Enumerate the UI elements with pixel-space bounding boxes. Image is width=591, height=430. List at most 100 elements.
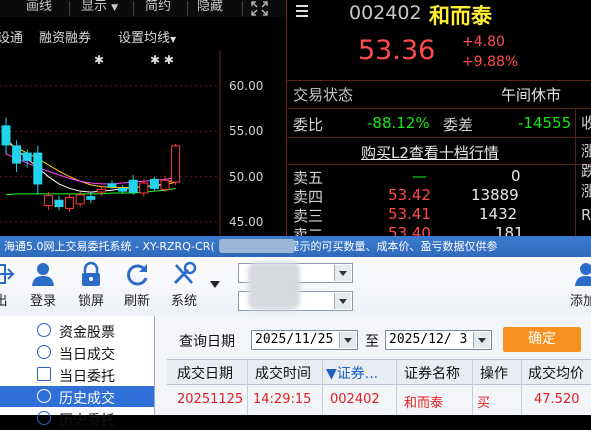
cell-deal-time: 14:29:15 xyxy=(253,392,312,407)
col-divider xyxy=(472,360,473,415)
tab-tong[interactable]: 设通 xyxy=(0,27,23,46)
lock-button[interactable]: 锁屏 xyxy=(70,257,112,316)
tab-margin-trading[interactable]: 融资融券 xyxy=(39,27,91,46)
col-divider xyxy=(521,360,522,415)
tab-ma-settings[interactable]: 设置均线▼ xyxy=(118,27,176,46)
draw-line-button[interactable]: 画线 xyxy=(26,0,52,17)
dropdown-arrow-icon xyxy=(473,332,490,348)
candle-body xyxy=(160,179,170,190)
menu-icon[interactable] xyxy=(296,5,308,19)
ask-label: 卖三 xyxy=(293,207,324,225)
date-from-input[interactable]: 2025/11/25 xyxy=(251,330,358,350)
refresh-button[interactable]: 刷新 xyxy=(116,257,158,316)
column-header-sorted[interactable]: ▼证券... xyxy=(326,363,378,383)
caret-down-icon: ▼ xyxy=(170,35,177,44)
caret-down-icon: ▼ xyxy=(111,3,119,13)
column-header[interactable]: 成交日期 xyxy=(177,363,233,383)
side-char: 收 xyxy=(581,114,591,132)
candle-body xyxy=(86,196,96,200)
dropdown-arrow-icon xyxy=(334,265,351,281)
column-header[interactable]: 证券名称 xyxy=(404,363,460,383)
candle-body xyxy=(96,188,106,193)
side-char: R xyxy=(581,206,591,224)
display-button[interactable]: 显示 ▼ xyxy=(81,0,118,17)
refresh-icon xyxy=(123,261,151,287)
sidebar-item-history-deals[interactable]: 历史成交 xyxy=(0,386,154,407)
sidebar-item-funds[interactable]: 资金股票 xyxy=(0,320,154,341)
side-char: 涨 xyxy=(581,142,591,160)
history-icon xyxy=(37,411,51,425)
ask-price: 53.42 xyxy=(388,186,431,204)
chart-toolbar: 画线 显示 ▼ 简约 隐藏 xyxy=(0,0,286,17)
system-button[interactable]: 系统 xyxy=(163,257,205,316)
simple-button[interactable]: 简约 xyxy=(145,0,171,17)
weicha-label: 委差 xyxy=(443,116,474,134)
cell-stock-name: 和而泰 xyxy=(404,396,444,411)
date-from-value: 2025/11/25 xyxy=(255,332,334,347)
list-icon xyxy=(37,323,51,337)
divider xyxy=(187,1,188,16)
col-divider xyxy=(247,360,248,415)
candle-body xyxy=(1,125,11,146)
divider xyxy=(133,1,134,16)
user-icon xyxy=(29,261,57,287)
candle xyxy=(86,192,96,203)
fullscreen-icon[interactable] xyxy=(251,1,268,16)
sidebar-item-label: 历史委托 xyxy=(59,413,115,429)
exit-label: 出 xyxy=(0,294,8,309)
window-titlebar[interactable]: 海通5.0网上交易委托系统 - XY-RZRQ-CR( ) - 本委托系统提示的… xyxy=(0,236,591,257)
cell-stock-code: 002402 xyxy=(330,392,380,407)
quote-panel: 002402 和而泰 53.36 +4.80 +9.88% 交易状态 午间休市 … xyxy=(286,0,591,244)
blurred-account-info xyxy=(248,262,300,310)
col-divider xyxy=(322,360,323,415)
sidebar-item-today-orders[interactable]: 当日委托 xyxy=(0,364,154,385)
login-button[interactable]: 登录 xyxy=(22,257,64,316)
exit-button[interactable]: 出 xyxy=(0,257,16,316)
date-to-input[interactable]: 2025/12/ 3 xyxy=(385,330,492,350)
l2-quote-link[interactable]: 购买L2查看十档行情 xyxy=(361,142,499,163)
candle-body xyxy=(107,183,117,188)
ask-volume: 0 xyxy=(511,167,521,185)
ask-volume: 1432 xyxy=(479,205,518,223)
add-button[interactable]: 添加 xyxy=(566,257,591,316)
sidebar-item-label: 资金股票 xyxy=(59,325,115,341)
column-header[interactable]: 操作 xyxy=(480,363,508,383)
sidebar: 资金股票 当日成交 当日委托 历史成交 历史委托 xyxy=(0,316,155,429)
query-date-label: 查询日期 xyxy=(179,334,235,350)
candle-body xyxy=(22,152,32,161)
sidebar-item-today-deals[interactable]: 当日成交 xyxy=(0,342,154,363)
ask-volume: 13889 xyxy=(471,186,519,204)
cell-avg-price: 47.520 xyxy=(534,392,580,407)
lock-icon xyxy=(77,261,105,287)
hide-button[interactable]: 隐藏 xyxy=(197,0,223,17)
trade-status-value: 午间休市 xyxy=(501,86,562,104)
stock-name: 和而泰 xyxy=(429,4,492,28)
login-label: 登录 xyxy=(29,294,56,309)
ask-price: 53.41 xyxy=(388,205,431,223)
sidebar-item-label: 当日委托 xyxy=(59,369,115,385)
candle-body xyxy=(171,145,181,183)
cell-action: 买 xyxy=(477,396,491,411)
yen-icon xyxy=(37,389,51,403)
candle xyxy=(33,145,43,195)
trade-status-label: 交易状态 xyxy=(293,86,354,104)
divider xyxy=(286,108,591,109)
y-tick-label: 50.00 xyxy=(229,170,264,184)
candle-body xyxy=(128,179,138,193)
blurred-account xyxy=(219,239,295,253)
system-dropdown-icon[interactable] xyxy=(210,281,220,288)
exit-icon xyxy=(0,261,15,287)
cell-deal-date: 20251125 xyxy=(177,392,244,407)
candle-body xyxy=(139,182,149,194)
candle xyxy=(43,192,53,211)
column-header[interactable]: 成交时间 xyxy=(255,363,311,383)
ask-price: — xyxy=(412,167,427,185)
confirm-button[interactable]: 确定 xyxy=(503,327,581,352)
column-header[interactable]: 成交均价 xyxy=(528,363,584,383)
last-price: 53.36 xyxy=(358,35,436,66)
weibi-label: 委比 xyxy=(293,116,324,134)
divider xyxy=(286,137,591,138)
system-label: 系统 xyxy=(170,294,197,309)
y-tick-label: 55.00 xyxy=(229,124,264,138)
sidebar-item-history-orders[interactable]: 历史委托 xyxy=(0,408,154,429)
